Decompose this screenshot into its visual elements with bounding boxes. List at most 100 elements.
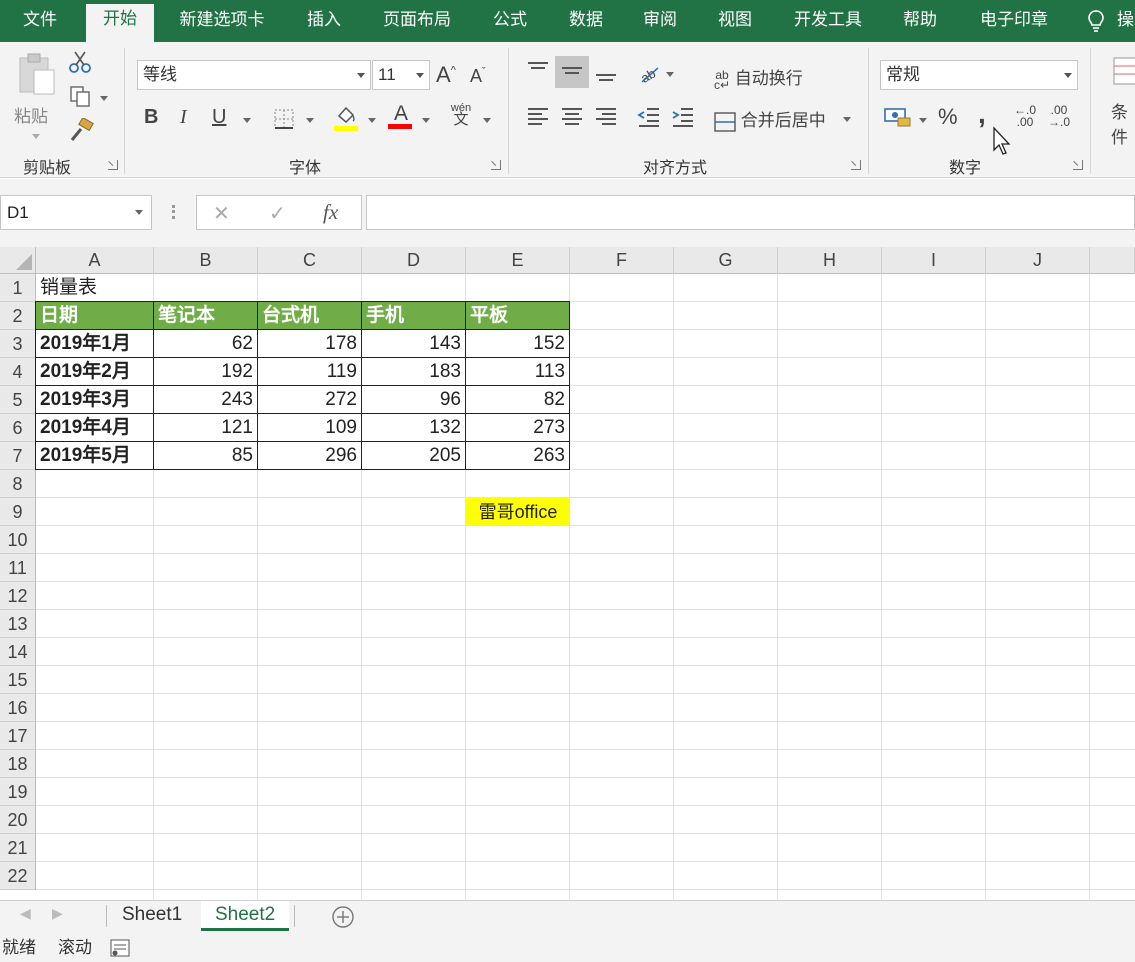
row-header-21[interactable]: 21 — [0, 834, 36, 862]
worksheet-grid[interactable]: ABCDEFGHIJ 1 2 3 4 5 6 7 8 9 10 11 12 13 14 15 16 17 18 19… — [0, 247, 1135, 900]
table-value-cell[interactable]: 152 — [466, 330, 570, 358]
row-header-2[interactable]: 2 — [0, 302, 36, 330]
tab-page-layout[interactable]: 页面布局 — [366, 0, 468, 42]
tab-formulas[interactable]: 公式 — [476, 0, 544, 42]
row-header-19[interactable]: 19 — [0, 778, 36, 806]
percent-style-button[interactable]: % — [938, 104, 958, 130]
table-date-cell[interactable]: 2019年5月 — [36, 442, 154, 470]
lightbulb-icon[interactable] — [1086, 9, 1106, 33]
fill-color-dropdown-icon[interactable] — [368, 118, 376, 123]
table-header-cell[interactable]: 手机 — [362, 302, 466, 330]
orientation-icon[interactable]: ab — [638, 62, 664, 86]
merge-dropdown-icon[interactable] — [843, 117, 851, 122]
column-header-j[interactable]: J — [986, 247, 1090, 274]
table-value-cell[interactable]: 296 — [258, 442, 362, 470]
insert-function-icon[interactable]: fx — [323, 200, 338, 225]
row-header-11[interactable]: 11 — [0, 554, 36, 582]
table-value-cell[interactable]: 263 — [466, 442, 570, 470]
number-launcher-icon[interactable] — [1073, 160, 1083, 170]
column-header-g[interactable]: G — [674, 247, 778, 274]
row-header-16[interactable]: 16 — [0, 694, 36, 722]
sheet-tab-sheet2[interactable]: Sheet2 — [201, 901, 290, 931]
table-value-cell[interactable]: 183 — [362, 358, 466, 386]
row-header-14[interactable]: 14 — [0, 638, 36, 666]
row-header-7[interactable]: 7 — [0, 442, 36, 470]
table-header-cell[interactable]: 台式机 — [258, 302, 362, 330]
enter-icon[interactable]: ✓ — [269, 201, 286, 226]
cut-icon[interactable] — [68, 50, 92, 74]
macro-record-icon[interactable] — [110, 939, 130, 957]
increase-indent-icon[interactable] — [671, 106, 695, 128]
font-launcher-icon[interactable] — [491, 160, 501, 170]
column-header-f[interactable]: F — [570, 247, 674, 274]
table-value-cell[interactable]: 96 — [362, 386, 466, 414]
table-value-cell[interactable]: 119 — [258, 358, 362, 386]
column-header-h[interactable]: H — [778, 247, 882, 274]
copy-dropdown-icon[interactable] — [100, 96, 108, 101]
font-color-button[interactable]: A — [388, 102, 414, 129]
tab-data[interactable]: 数据 — [552, 0, 620, 42]
tab-developer[interactable]: 开发工具 — [778, 0, 878, 42]
align-left-icon[interactable] — [528, 108, 548, 128]
tab-file[interactable]: 文件 — [0, 0, 80, 42]
row-header-10[interactable]: 10 — [0, 526, 36, 554]
bold-button[interactable]: B — [144, 106, 158, 129]
formula-input[interactable] — [366, 195, 1135, 230]
sheet-title-cell[interactable]: 销量表 — [36, 274, 154, 302]
table-value-cell[interactable]: 82 — [466, 386, 570, 414]
row-header-15[interactable]: 15 — [0, 666, 36, 694]
table-value-cell[interactable]: 192 — [154, 358, 258, 386]
wrap-text-button[interactable]: ab c↵ 自动换行 — [714, 64, 803, 91]
alignment-launcher-icon[interactable] — [851, 160, 861, 170]
row-header-20[interactable]: 20 — [0, 806, 36, 834]
column-header-e[interactable]: E — [466, 247, 570, 274]
table-date-cell[interactable]: 2019年2月 — [36, 358, 154, 386]
tab-new[interactable]: 新建选项卡 — [160, 0, 284, 42]
row-header-1[interactable]: 1 — [0, 274, 36, 302]
row-header-17[interactable]: 17 — [0, 722, 36, 750]
column-header-a[interactable]: A — [36, 247, 154, 274]
font-color-dropdown-icon[interactable] — [422, 118, 430, 123]
table-header-cell[interactable]: 笔记本 — [154, 302, 258, 330]
conditional-format-icon[interactable] — [1112, 56, 1135, 86]
cancel-icon[interactable]: ✕ — [213, 201, 230, 226]
row-header-6[interactable]: 6 — [0, 414, 36, 442]
tab-view[interactable]: 视图 — [701, 0, 769, 42]
row-header-13[interactable]: 13 — [0, 610, 36, 638]
table-value-cell[interactable]: 272 — [258, 386, 362, 414]
align-bottom-icon[interactable] — [596, 74, 616, 84]
column-header-d[interactable]: D — [362, 247, 466, 274]
table-value-cell[interactable]: 243 — [154, 386, 258, 414]
table-date-cell[interactable]: 2019年3月 — [36, 386, 154, 414]
orientation-dropdown-icon[interactable] — [666, 72, 674, 77]
table-date-cell[interactable]: 2019年4月 — [36, 414, 154, 442]
grow-font-button[interactable]: A^ — [436, 62, 456, 88]
table-value-cell[interactable]: 62 — [154, 330, 258, 358]
align-center-icon[interactable] — [562, 108, 582, 128]
phonetic-button[interactable]: wén 文 — [448, 102, 474, 127]
row-header-18[interactable]: 18 — [0, 750, 36, 778]
table-value-cell[interactable]: 273 — [466, 414, 570, 442]
column-header-b[interactable]: B — [154, 247, 258, 274]
shrink-font-button[interactable]: Aˇ — [470, 66, 486, 87]
sheet-tab-sheet1[interactable]: Sheet1 — [108, 901, 196, 931]
table-value-cell[interactable]: 109 — [258, 414, 362, 442]
table-value-cell[interactable]: 121 — [154, 414, 258, 442]
merge-center-button[interactable]: 合并后居中 — [714, 106, 826, 132]
align-top-icon[interactable] — [528, 62, 548, 72]
table-value-cell[interactable]: 143 — [362, 330, 466, 358]
table-value-cell[interactable]: 85 — [154, 442, 258, 470]
borders-icon[interactable] — [273, 108, 295, 130]
scroll-left-icon[interactable]: ◀ — [20, 905, 31, 922]
paste-button[interactable]: 粘贴 — [10, 50, 62, 146]
row-header-12[interactable]: 12 — [0, 582, 36, 610]
table-value-cell[interactable]: 132 — [362, 414, 466, 442]
number-format-select[interactable]: 常规 — [880, 60, 1078, 90]
font-size-select[interactable]: 11 — [372, 60, 430, 90]
underline-button[interactable]: U — [212, 106, 226, 129]
row-header-5[interactable]: 5 — [0, 386, 36, 414]
tab-help[interactable]: 帮助 — [886, 0, 954, 42]
accounting-dropdown-icon[interactable] — [919, 118, 927, 123]
fill-color-icon[interactable] — [333, 104, 359, 132]
row-header-8[interactable]: 8 — [0, 470, 36, 498]
